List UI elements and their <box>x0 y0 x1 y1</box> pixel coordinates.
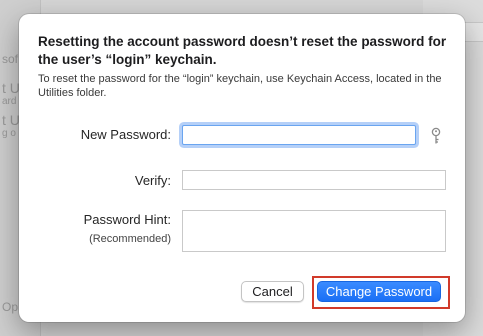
background-text: g o <box>2 128 16 139</box>
change-password-button[interactable]: Change Password <box>317 281 441 302</box>
verify-input[interactable] <box>183 171 445 189</box>
password-hint-sublabel: (Recommended) <box>89 233 171 245</box>
password-hint-field[interactable] <box>182 210 446 252</box>
new-password-label: New Password: <box>80 127 171 142</box>
dialog-title: Resetting the account password doesn’t r… <box>38 34 447 67</box>
cancel-button[interactable]: Cancel <box>241 281 304 302</box>
background-text: Op <box>2 300 19 314</box>
verify-label: Verify: <box>134 173 171 188</box>
new-password-field[interactable] <box>182 125 416 145</box>
new-password-input[interactable] <box>183 126 415 144</box>
background-text: ard <box>2 96 17 107</box>
password-hint-label: Password Hint: <box>83 212 171 227</box>
verify-field[interactable] <box>182 170 446 190</box>
background-text: sof <box>2 52 19 66</box>
key-icon[interactable] <box>429 127 443 145</box>
change-password-dialog: Resetting the account password doesn’t r… <box>19 14 465 322</box>
dialog-subtitle: To reset the password for the “login” ke… <box>38 73 442 99</box>
password-hint-input[interactable] <box>183 211 445 251</box>
